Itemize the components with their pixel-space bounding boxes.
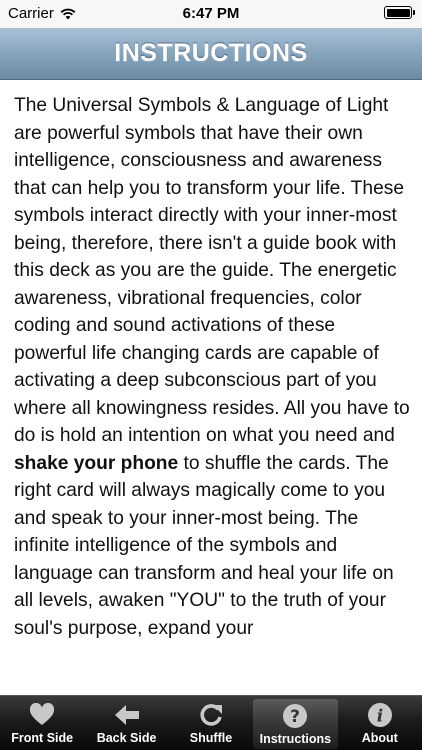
navigation-header: INSTRUCTIONS [0, 28, 422, 80]
refresh-icon [196, 701, 226, 729]
tab-shuffle[interactable]: Shuffle [169, 696, 253, 750]
instructions-text-part-1: The Universal Symbols & Language of Ligh… [14, 95, 410, 446]
status-bar: Carrier 6:47 PM [0, 0, 422, 28]
tab-bar: Front Side Back Side Shuffle ? Instructi… [0, 695, 422, 750]
status-time: 6:47 PM [182, 5, 240, 22]
tab-instructions[interactable]: ? Instructions [253, 699, 338, 749]
heart-icon [27, 701, 57, 729]
tab-label: About [361, 731, 398, 745]
info-icon: i [365, 701, 395, 729]
tab-about[interactable]: i About [338, 696, 422, 750]
battery-level [386, 8, 410, 17]
svg-text:?: ? [290, 707, 300, 727]
tab-label: Back Side [96, 731, 157, 745]
svg-text:i: i [377, 707, 383, 727]
tab-front-side[interactable]: Front Side [0, 696, 84, 750]
instructions-bold-phrase: shake your phone [14, 452, 179, 474]
tab-label: Shuffle [189, 731, 233, 745]
tab-label: Instructions [259, 732, 332, 746]
question-icon: ? [280, 702, 310, 730]
back-arrow-icon [112, 701, 142, 729]
instructions-text-part-2: to shuffle the cards. The right card wil… [14, 452, 394, 639]
tab-label: Front Side [11, 731, 74, 745]
status-right [384, 6, 415, 19]
tab-back-side[interactable]: Back Side [84, 696, 168, 750]
battery-icon [384, 6, 415, 19]
page-title: INSTRUCTIONS [114, 39, 308, 67]
instructions-text: The Universal Symbols & Language of Ligh… [14, 92, 410, 692]
